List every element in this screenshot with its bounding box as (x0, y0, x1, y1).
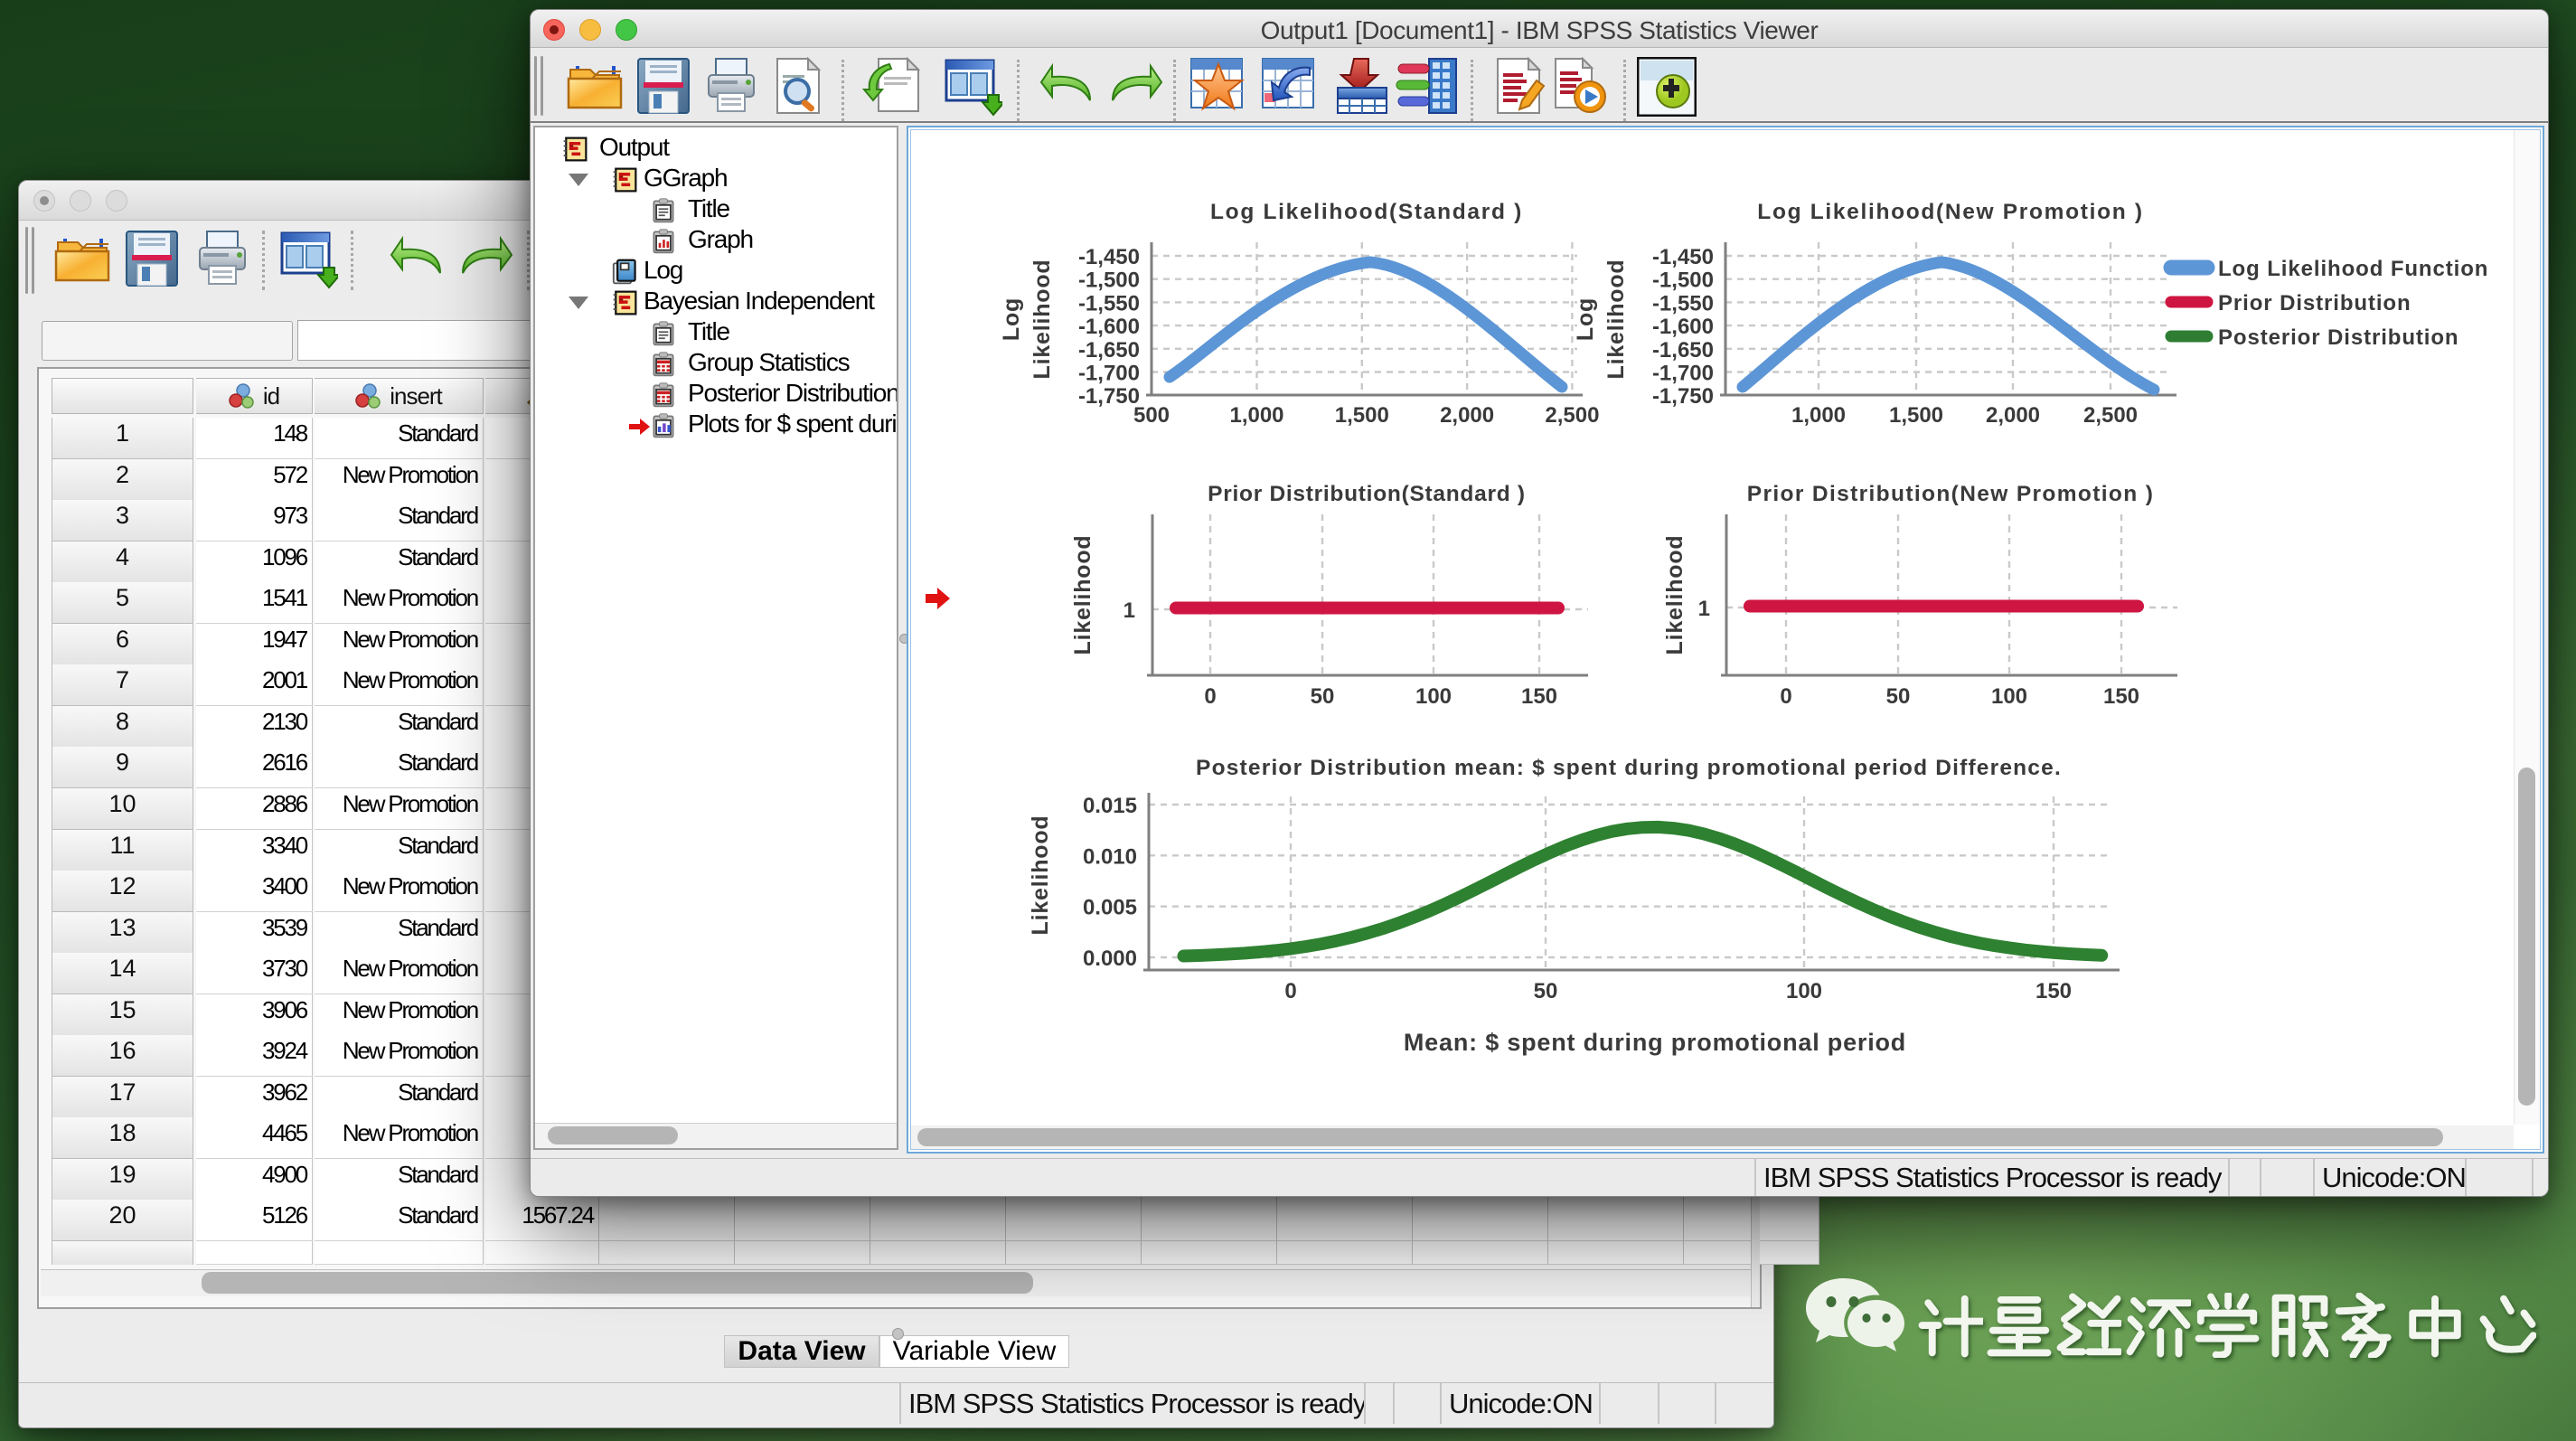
svg-text:-1,650: -1,650 (1652, 338, 1714, 363)
svg-text:150: 150 (1521, 684, 1557, 709)
svg-text:Prior Distribution: Prior Distribution (2218, 291, 2411, 316)
svg-text:-1,650: -1,650 (1078, 338, 1140, 363)
svg-text:0.000: 0.000 (1083, 947, 1137, 971)
svg-text:0.005: 0.005 (1083, 896, 1137, 920)
svg-text:Posterior Distribution mean: $: Posterior Distribution mean: $ spent dur… (1196, 756, 2062, 780)
svg-text:50: 50 (1311, 684, 1335, 709)
svg-text:0: 0 (1284, 979, 1296, 1003)
svg-text:1,000: 1,000 (1791, 403, 1846, 428)
svg-text:Mean: $ spent during promotion: Mean: $ spent during promotional period (1404, 1029, 1906, 1056)
svg-text:150: 150 (2035, 979, 2072, 1003)
svg-text:1: 1 (1123, 598, 1135, 623)
svg-text:2,500: 2,500 (1545, 403, 1599, 428)
svg-text:100: 100 (1991, 684, 2027, 709)
svg-text:-1,700: -1,700 (1652, 362, 1714, 386)
svg-text:Log Likelihood(New Promotion ): Log Likelihood(New Promotion ) (1757, 200, 2143, 224)
svg-text:Prior Distribution(New Promoti: Prior Distribution(New Promotion ) (1747, 482, 2154, 506)
svg-text:0: 0 (1204, 684, 1216, 709)
svg-text:Log: Log (1573, 297, 1598, 341)
svg-text:0: 0 (1780, 684, 1791, 709)
svg-text:500: 500 (1133, 403, 1170, 428)
svg-text:100: 100 (1415, 684, 1452, 709)
svg-text:-1,700: -1,700 (1078, 362, 1140, 386)
svg-text:-1,500: -1,500 (1078, 268, 1140, 293)
svg-text:-1,550: -1,550 (1078, 291, 1140, 316)
svg-text:50: 50 (1886, 684, 1911, 709)
svg-text:-1,550: -1,550 (1652, 291, 1714, 316)
svg-text:1,500: 1,500 (1335, 403, 1389, 428)
svg-text:Likelihood: Likelihood (1028, 815, 1053, 936)
svg-text:1: 1 (1698, 597, 1710, 621)
svg-text:-1,600: -1,600 (1652, 315, 1714, 339)
svg-text:1,500: 1,500 (1889, 403, 1943, 428)
svg-text:Prior Distribution(Standard ): Prior Distribution(Standard ) (1208, 482, 1526, 506)
svg-text:-1,450: -1,450 (1078, 245, 1140, 269)
svg-text:-1,750: -1,750 (1652, 384, 1714, 409)
svg-text:Likelihood: Likelihood (1662, 535, 1688, 655)
svg-text:2,500: 2,500 (2083, 403, 2138, 428)
svg-text:-1,450: -1,450 (1652, 245, 1714, 269)
svg-text:Log Likelihood(Standard ): Log Likelihood(Standard ) (1210, 200, 1523, 224)
svg-text:0.010: 0.010 (1083, 844, 1137, 869)
svg-text:Log: Log (999, 297, 1024, 341)
svg-text:1,000: 1,000 (1229, 403, 1283, 428)
svg-text:-1,600: -1,600 (1078, 315, 1140, 339)
svg-text:Log Likelihood Function: Log Likelihood Function (2218, 257, 2488, 281)
svg-text:-1,750: -1,750 (1078, 384, 1140, 409)
svg-text:Likelihood: Likelihood (1029, 259, 1055, 380)
svg-text:Posterior Distribution: Posterior Distribution (2218, 325, 2458, 350)
svg-text:0.015: 0.015 (1083, 794, 1137, 818)
svg-text:2,000: 2,000 (1986, 403, 2040, 428)
svg-text:Likelihood: Likelihood (1603, 259, 1629, 380)
svg-text:-1,500: -1,500 (1652, 268, 1714, 293)
svg-text:Likelihood: Likelihood (1070, 535, 1095, 655)
svg-text:2,000: 2,000 (1440, 403, 1494, 428)
svg-text:100: 100 (1786, 979, 1822, 1003)
svg-text:150: 150 (2103, 684, 2139, 709)
svg-text:50: 50 (1534, 979, 1558, 1003)
